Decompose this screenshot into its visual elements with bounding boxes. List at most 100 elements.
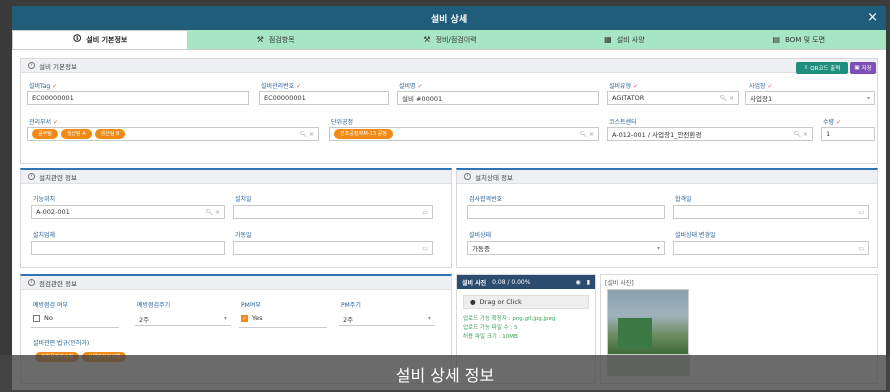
preventive-label: 예방점검 여부 — [33, 302, 69, 309]
photo-machine-shape — [618, 318, 652, 348]
pm-cycle-value: 2주 — [343, 315, 354, 324]
pm-label: PM여부 — [241, 302, 261, 309]
search-clear-icon[interactable]: 🔍︎ × — [719, 95, 734, 102]
process-chip[interactable]: 건조공정/RM-13 공정 — [334, 129, 393, 139]
calendar-icon[interactable]: ▭ — [422, 209, 428, 216]
section-header: › 설치상태 정보 — [457, 170, 877, 184]
section-title: 설비 기본정보 — [39, 62, 77, 71]
tools-icon: ⚒ — [423, 35, 431, 44]
equip-status-value: 가동중 — [472, 245, 490, 253]
dept-chip[interactable]: 생산팀 B — [94, 129, 126, 139]
pass-date-label: 합격일 — [675, 196, 692, 203]
site-select[interactable]: 사업장1 ▾ — [745, 91, 875, 105]
section-title: 점검관련 정보 — [39, 279, 77, 288]
section-circle-icon: › — [28, 62, 35, 69]
download-icon: ⇩ — [803, 65, 809, 71]
calendar-icon[interactable]: ▭ — [858, 245, 864, 252]
section-circle-icon: › — [464, 173, 471, 180]
equip-status-select[interactable]: 가동중 ▾ — [467, 241, 665, 255]
upload-icon: ● — [470, 298, 476, 306]
info-icon: 🛈 — [73, 34, 82, 43]
qty-field[interactable]: 1 — [821, 127, 875, 141]
modal-titlebar: 설비 상세 × — [12, 6, 886, 30]
equip-tag-value: EC00000001 — [32, 94, 74, 102]
tab-inspection-items[interactable]: ⚒ 점검항목 — [188, 30, 363, 49]
dept-chip[interactable]: 공무팀 — [32, 129, 58, 139]
equip-tag-label: 설비Tag ✓ — [29, 83, 58, 90]
func-loc-field[interactable]: A-002-001 🔍︎ × — [31, 205, 225, 219]
equip-status-label: 설비상태 — [469, 232, 492, 239]
search-clear-icon[interactable]: 🔍︎ × — [579, 131, 594, 138]
section-header: › 설치관련 정보 — [21, 170, 451, 184]
save-icon: ▣ — [854, 65, 860, 71]
basic-info-section: › 설비 기본정보 ⇩ QR코드 출력 ▣ 저장 설비Tag ✓ EC00000… — [20, 58, 878, 164]
pass-date-field[interactable]: ▭ — [673, 205, 869, 219]
dept-chip[interactable]: 생산팀 A — [60, 129, 92, 139]
photo-title: 설비 사진 — [462, 279, 487, 287]
trash-icon[interactable]: ▮ — [587, 279, 590, 286]
equip-name-field[interactable]: 설비 #00001 — [397, 91, 599, 105]
chevron-down-icon: ▾ — [656, 245, 660, 252]
close-icon[interactable]: × — [867, 10, 878, 25]
process-label: 단위공정 — [331, 119, 354, 126]
chevron-down-icon: ▾ — [223, 315, 227, 322]
calendar-icon[interactable]: ▭ — [858, 209, 864, 216]
preventive-checkbox[interactable] — [33, 314, 40, 322]
photo-size: 0.08 / 0.00% — [492, 278, 531, 286]
drop-zone[interactable]: ● Drag or Click — [463, 295, 589, 309]
upload-size-info: 허용 파일 크기 : 10MB — [463, 334, 518, 340]
tab-maintenance-history[interactable]: ⚒ 정비/점검이력 — [362, 30, 538, 49]
pm-checkbox-row[interactable]: ✓ Yes — [241, 314, 263, 322]
installer-field[interactable] — [31, 241, 225, 255]
site-label: 사업장 ✓ — [749, 83, 773, 90]
operation-date-field[interactable]: ▭ — [233, 241, 433, 255]
preventive-cycle-value: 2주 — [139, 315, 150, 324]
installer-label: 설치업체 — [33, 232, 56, 239]
tab-bom-drawing[interactable]: ▤ BOM 및 도면 — [711, 30, 886, 49]
pm-cycle-select[interactable]: 2주 ▾ — [339, 312, 435, 326]
equip-tag-field[interactable]: EC00000001 — [27, 91, 249, 105]
preventive-cycle-select[interactable]: 2주 ▾ — [135, 312, 231, 326]
tab-label: 점검항목 — [268, 35, 295, 44]
chevron-down-icon: ▾ — [427, 315, 431, 322]
search-clear-icon[interactable]: 🔍︎ × — [205, 209, 220, 216]
caption-text: 설비 상세 정보 — [395, 365, 495, 385]
status-change-label: 설비상태 변경일 — [675, 232, 716, 239]
search-clear-icon[interactable]: 🔍︎ × — [299, 131, 314, 138]
mgmt-no-label: 설비관리번호 ✓ — [261, 83, 302, 90]
tab-bar: 🛈 설비 기본정보 ⚒ 점검항목 ⚒ 정비/점검이력 ▦ 설비 사양 ▤ BOM… — [12, 30, 886, 50]
photo-header: 설비 사진 0.08 / 0.00% ◉ ▮ — [457, 275, 595, 289]
pm-value: Yes — [252, 314, 263, 322]
section-title: 설치관련 정보 — [39, 173, 77, 182]
equipment-detail-modal: 설비 상세 × 🛈 설비 기본정보 ⚒ 점검항목 ⚒ 정비/점검이력 ▦ 설비 … — [12, 6, 886, 390]
qr-print-button[interactable]: ⇩ QR코드 출력 — [796, 62, 848, 74]
equip-type-label: 설비유형 ✓ — [609, 83, 639, 90]
dept-field[interactable]: 공무팀 생산팀 A 생산팀 B 🔍︎ × — [27, 127, 319, 141]
tab-basic-info[interactable]: 🛈 설비 기본정보 — [12, 30, 189, 49]
search-clear-icon[interactable]: 🔍︎ × — [793, 131, 808, 138]
law-label: 설비관련 법규(인허가) — [33, 340, 90, 347]
calendar-icon[interactable]: ▭ — [422, 245, 428, 252]
preventive-cycle-label: 예방점검주기 — [137, 302, 171, 309]
func-loc-value: A-002-001 — [36, 208, 70, 216]
pm-checkbox[interactable]: ✓ — [241, 314, 248, 322]
site-value: 사업장1 — [750, 95, 773, 103]
status-change-field[interactable]: ▭ — [673, 241, 869, 255]
eye-icon[interactable]: ◉ — [575, 279, 580, 286]
preventive-checkbox-row[interactable]: No — [33, 314, 53, 322]
mgmt-no-field[interactable]: EC00000001 — [259, 91, 389, 105]
equip-name-label: 설비명 ✓ — [399, 83, 423, 90]
equip-type-field[interactable]: AGITATOR 🔍︎ × — [607, 91, 739, 105]
install-date-field[interactable]: ▭ — [233, 205, 433, 219]
upload-ext-info: 업로드 가능 확장자 : png,gif,jpg,jpeg — [463, 316, 556, 322]
tab-equipment-spec[interactable]: ▦ 설비 사양 — [537, 30, 712, 49]
process-field[interactable]: 건조공정/RM-13 공정 🔍︎ × — [329, 127, 599, 141]
section-circle-icon: › — [28, 173, 35, 180]
inspection-no-field[interactable] — [467, 205, 665, 219]
cost-center-value: A-012-001 / 사업장1_안전환경 — [612, 131, 702, 139]
section-circle-icon: › — [28, 279, 35, 286]
cost-center-field[interactable]: A-012-001 / 사업장1_안전환경 🔍︎ × — [607, 127, 813, 141]
save-button[interactable]: ▣ 저장 — [850, 62, 876, 74]
underline — [31, 327, 119, 328]
drop-label: Drag or Click — [479, 298, 522, 306]
